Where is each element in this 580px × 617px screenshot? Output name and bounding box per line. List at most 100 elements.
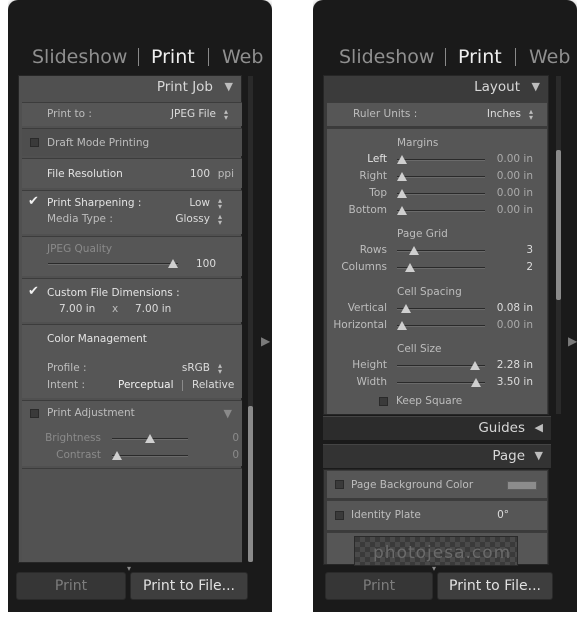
page-background-swatch[interactable]	[507, 481, 537, 490]
slider-knob[interactable]	[404, 263, 415, 272]
panel-scrollbar[interactable]	[248, 76, 253, 562]
slider-knob[interactable]	[168, 259, 178, 268]
layout-controls: Margins Left 0.00 in Right 0.00 in Top 0.00 i…	[327, 128, 547, 414]
module-separator	[208, 48, 209, 66]
select-arrows-icon[interactable]: ▴ ▾	[218, 362, 222, 376]
expand-triangle-icon[interactable]: ▼	[224, 407, 232, 420]
draft-mode-checkbox[interactable]	[30, 138, 39, 147]
print-to-select[interactable]: JPEG File	[171, 108, 216, 120]
intent-perceptual-option[interactable]: Perceptual	[118, 379, 174, 391]
margins-bottom-slider[interactable]	[397, 206, 485, 215]
print-adjustment-checkbox[interactable]	[30, 409, 39, 418]
page-title: Page	[492, 448, 525, 464]
slider-knob[interactable]	[397, 206, 407, 215]
cell-size-height-value[interactable]: 2.28 in	[497, 359, 533, 371]
margins-bottom-value[interactable]: 0.00 in	[497, 204, 533, 216]
keep-square-checkbox[interactable]	[379, 397, 388, 406]
file-resolution-value[interactable]: 100	[190, 168, 210, 180]
slider-knob[interactable]	[112, 451, 122, 460]
margins-top-slider[interactable]	[397, 189, 485, 198]
slider-knob[interactable]	[408, 246, 419, 255]
slider-knob[interactable]	[145, 434, 155, 443]
jpeg-quality-value[interactable]: 100	[196, 258, 216, 270]
contrast-slider[interactable]	[112, 451, 188, 460]
intent-relative-option[interactable]: Relative	[192, 379, 234, 391]
identity-plate-rotation[interactable]: 0°	[497, 509, 509, 521]
slider-knob[interactable]	[397, 189, 407, 198]
cell-size-height-slider[interactable]	[397, 361, 485, 370]
cell-spacing-horizontal-value[interactable]: 0.00 in	[497, 319, 533, 331]
print-button[interactable]: Print	[325, 572, 433, 600]
identity-plate-preview[interactable]: photojesa.com	[354, 536, 518, 566]
print-sharpening-checkbox[interactable]: ✔	[28, 195, 39, 208]
select-arrows-icon[interactable]: ▴ ▾	[218, 213, 222, 227]
cell-spacing-vertical-value[interactable]: 0.08 in	[497, 302, 533, 314]
select-arrows-icon[interactable]: ▴ ▾	[529, 108, 533, 122]
media-type-select[interactable]: Glossy	[175, 213, 210, 225]
scrollbar-thumb[interactable]	[556, 150, 561, 300]
scrollbar-thumb[interactable]	[248, 406, 253, 562]
margins-left-slider[interactable]	[397, 155, 485, 164]
cell-size-width-value[interactable]: 3.50 in	[497, 376, 533, 388]
dimension-width-value[interactable]: 7.00 in	[59, 303, 95, 315]
custom-dimensions-checkbox[interactable]: ✔	[28, 285, 39, 298]
print-job-header[interactable]: Print Job ▼	[19, 76, 241, 100]
right-panel-toggle-icon[interactable]: ▶	[568, 334, 577, 348]
print-to-file-button[interactable]: Print to File...	[130, 572, 248, 600]
print-sharpening-select[interactable]: Low	[189, 197, 210, 209]
margins-top-value[interactable]: 0.00 in	[497, 187, 533, 199]
collapse-triangle-icon[interactable]: ▼	[225, 80, 233, 93]
module-slideshow[interactable]: Slideshow	[339, 40, 434, 74]
select-arrows-icon[interactable]: ▴ ▾	[218, 197, 222, 211]
slider-knob[interactable]	[397, 321, 407, 330]
print-job-title: Print Job	[156, 79, 213, 95]
intent-label: Intent :	[47, 379, 85, 391]
page-grid-rows-label: Rows	[359, 244, 387, 256]
file-resolution-row: File Resolution 100 ppi	[22, 158, 242, 188]
page-grid-columns-value[interactable]: 2	[526, 261, 533, 273]
identity-plate-checkbox[interactable]	[335, 511, 344, 520]
cell-spacing-vertical-slider[interactable]	[397, 304, 485, 313]
profile-select[interactable]: sRGB	[182, 362, 210, 374]
page-background-checkbox[interactable]	[335, 480, 344, 489]
module-web[interactable]: Web	[222, 40, 263, 74]
page-grid-columns-slider[interactable]	[397, 263, 485, 272]
margins-left-value[interactable]: 0.00 in	[497, 153, 533, 165]
slider-knob[interactable]	[469, 361, 480, 370]
right-panel-toggle-icon[interactable]: ▶	[261, 334, 270, 348]
dimension-height-value[interactable]: 7.00 in	[135, 303, 171, 315]
left-panel-background: Slideshow Print Web Print Job ▼ Print to…	[8, 0, 272, 612]
page-grid-rows-value[interactable]: 3	[526, 244, 533, 256]
brightness-slider[interactable]	[112, 434, 188, 443]
module-slideshow[interactable]: Slideshow	[32, 40, 127, 74]
ruler-units-select[interactable]: Inches	[487, 108, 521, 120]
slider-knob[interactable]	[397, 172, 407, 181]
module-print[interactable]: Print	[458, 40, 502, 74]
file-resolution-unit: ppi	[217, 168, 234, 180]
print-to-file-button[interactable]: Print to File...	[437, 572, 553, 600]
module-print[interactable]: Print	[151, 40, 195, 74]
guides-header[interactable]: Guides ◀	[323, 416, 551, 440]
cell-size-width-slider[interactable]	[397, 378, 485, 387]
collapse-triangle-icon[interactable]: ▼	[532, 80, 540, 93]
margins-bottom-label: Bottom	[348, 204, 387, 216]
print-button[interactable]: Print	[16, 572, 126, 600]
slider-knob[interactable]	[400, 304, 411, 313]
expand-triangle-icon[interactable]: ◀	[535, 421, 543, 434]
module-web[interactable]: Web	[529, 40, 570, 74]
cell-spacing-horizontal-slider[interactable]	[397, 321, 485, 330]
select-arrows-icon[interactable]: ▴ ▾	[224, 108, 228, 122]
jpeg-quality-label: JPEG Quality	[47, 243, 113, 255]
slider-knob[interactable]	[471, 378, 482, 387]
layout-header[interactable]: Layout ▼	[324, 76, 548, 100]
contrast-value[interactable]: 0	[232, 449, 239, 461]
margins-right-slider[interactable]	[397, 172, 485, 181]
page-header[interactable]: Page ▼	[323, 444, 551, 468]
slider-knob[interactable]	[397, 155, 407, 164]
margins-right-value[interactable]: 0.00 in	[497, 170, 533, 182]
brightness-value[interactable]: 0	[232, 432, 239, 444]
panel-scrollbar[interactable]	[556, 76, 561, 414]
page-grid-rows-slider[interactable]	[397, 246, 485, 255]
jpeg-quality-slider[interactable]	[48, 259, 178, 268]
collapse-triangle-icon[interactable]: ▼	[535, 449, 543, 462]
